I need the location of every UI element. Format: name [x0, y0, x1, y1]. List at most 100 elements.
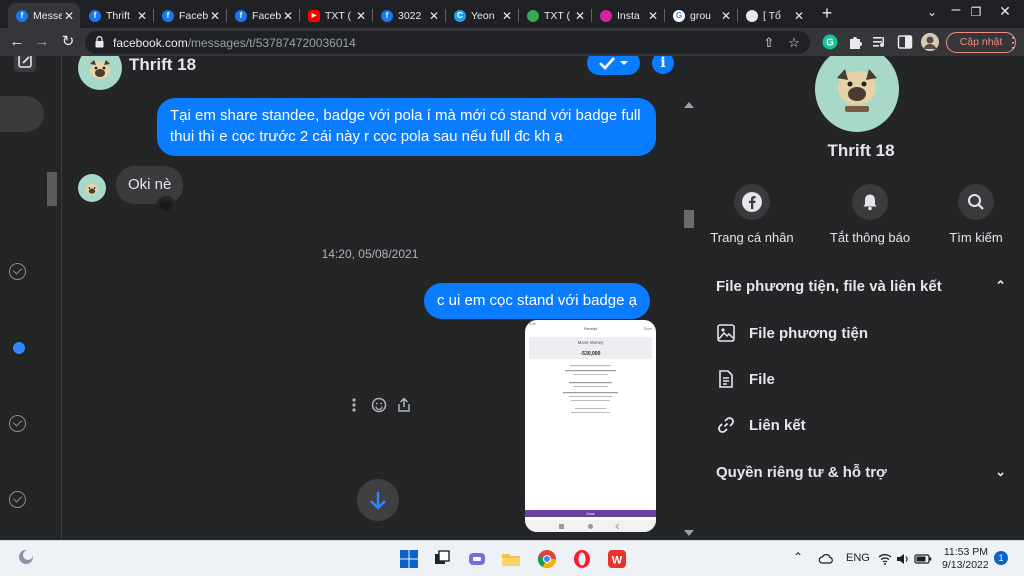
profile-action[interactable]: Trang cá nhân	[698, 184, 806, 245]
battery-icon[interactable]	[914, 552, 932, 566]
photo-icon	[717, 324, 735, 342]
back-icon[interactable]: ←	[8, 33, 26, 51]
avatar[interactable]	[815, 56, 899, 132]
scroll-to-bottom-button[interactable]	[357, 479, 399, 521]
grammarly-icon[interactable]: G	[822, 34, 838, 50]
window-minimize-button[interactable]: –	[946, 1, 966, 19]
tab-title: Thrift	[106, 9, 130, 22]
weather-widget-icon[interactable]	[16, 547, 36, 567]
url-text[interactable]: facebook.com/messages/t/537874720036014	[113, 36, 356, 50]
pug-avatar-icon	[85, 183, 99, 195]
check-dropdown-button[interactable]	[587, 56, 640, 75]
compose-icon[interactable]	[14, 56, 36, 72]
minimize-icon[interactable]: ⌄	[922, 5, 942, 19]
browser-tab[interactable]: Ggrou ✕	[665, 3, 737, 28]
mute-notifications-action[interactable]: Tắt thông báo	[816, 184, 924, 245]
close-icon[interactable]: ✕	[573, 9, 587, 23]
profile-avatar[interactable]	[921, 33, 939, 51]
onedrive-cloud-icon[interactable]	[818, 551, 834, 567]
conversation-scrollbar[interactable]	[44, 158, 60, 538]
info-icon[interactable]: i	[652, 56, 674, 74]
receipt-close: Done	[644, 327, 652, 331]
files-item[interactable]: File	[716, 370, 1006, 391]
close-icon[interactable]: ✕	[354, 9, 368, 23]
receipt-title: Move Money	[578, 340, 605, 345]
task-view-icon[interactable]	[432, 549, 452, 569]
more-options-icon[interactable]	[350, 397, 366, 413]
browser-tab[interactable]: [ Tổ ✕	[738, 3, 810, 28]
notification-badge[interactable]: 1	[994, 551, 1008, 565]
share-icon[interactable]: ⇧	[761, 35, 777, 51]
browser-tab[interactable]: ▶ TXT (✕	[300, 3, 372, 28]
close-icon[interactable]: ✕	[62, 9, 76, 23]
avatar[interactable]	[78, 56, 122, 90]
media-files-links-section[interactable]: File phương tiện, file và liên kết ⌃	[716, 278, 1006, 298]
window-restore-button[interactable]: ❐	[966, 5, 986, 19]
links-item[interactable]: Liên kết	[716, 417, 1006, 437]
receipt-header: Receipt	[584, 327, 598, 331]
forward-share-icon[interactable]	[396, 397, 412, 413]
react-emoji-icon[interactable]	[371, 397, 387, 413]
tab-title: Faceb	[252, 9, 281, 22]
volume-icon[interactable]	[896, 552, 910, 566]
search-chats-field[interactable]	[0, 96, 44, 132]
extensions-puzzle-icon[interactable]	[847, 34, 863, 50]
svg-text:9:41: 9:41	[529, 322, 536, 326]
media-files-item[interactable]: File phương tiện	[716, 324, 1006, 345]
forward-icon[interactable]: →	[33, 33, 51, 51]
address-bar[interactable]: facebook.com/messages/t/537874720036014 …	[85, 31, 810, 54]
search-in-conversation-action[interactable]: Tìm kiếm	[922, 184, 1024, 245]
wps-office-icon[interactable]: W	[607, 549, 627, 569]
facebook-icon: f	[235, 9, 247, 22]
receipt-image-attachment[interactable]: 9:41 Receipt Done Move Money -530,000 Do…	[525, 320, 656, 532]
heart-reaction-icon[interactable]	[156, 196, 176, 216]
media-playlist-icon[interactable]	[872, 34, 888, 50]
bookmark-star-icon[interactable]: ☆	[786, 35, 802, 51]
reload-icon[interactable]: ↻	[59, 33, 77, 51]
more-menu-icon[interactable]: ⋮	[1004, 33, 1022, 51]
google-drive-icon	[527, 9, 539, 22]
close-icon[interactable]: ✕	[719, 9, 733, 23]
chat-scrollbar[interactable]	[680, 96, 698, 540]
chrome-icon[interactable]	[537, 549, 557, 569]
browser-tab[interactable]: f Faceb ✕	[154, 3, 226, 28]
close-icon[interactable]: ✕	[135, 9, 149, 23]
browser-tab[interactable]: f Faceb ✕	[227, 3, 299, 28]
close-icon[interactable]: ✕	[500, 9, 514, 23]
teams-chat-icon[interactable]	[467, 549, 487, 569]
youtube-icon: ▶	[308, 9, 320, 22]
browser-tab[interactable]: f 3022 ✕	[373, 3, 445, 28]
close-icon[interactable]: ✕	[792, 9, 806, 23]
close-icon[interactable]: ✕	[208, 9, 222, 23]
outgoing-message[interactable]: c ui em cọc stand với badge ạ	[424, 283, 650, 319]
browser-tab[interactable]: C Yeon ✕	[446, 3, 518, 28]
sender-avatar[interactable]	[78, 174, 106, 202]
privacy-support-section[interactable]: Quyền riêng tư & hỗ trợ ⌄	[716, 464, 1006, 484]
clock[interactable]: 11:53 PM 9/13/2022	[942, 546, 989, 572]
browser-tab[interactable]: TXT (✕	[519, 3, 591, 28]
tray-overflow-icon[interactable]: ⌃	[793, 550, 803, 564]
close-icon[interactable]: ✕	[427, 9, 441, 23]
browser-tab[interactable]: f Thrift ✕	[81, 3, 153, 28]
browser-tab[interactable]: Insta ✕	[592, 3, 664, 28]
language-indicator[interactable]: ENG	[846, 552, 870, 564]
side-panel-icon[interactable]	[897, 34, 913, 50]
tab-separator	[445, 9, 446, 22]
chat-panel: Thrift 18 i Tại em share standee, badge …	[62, 56, 698, 540]
wifi-icon[interactable]	[878, 552, 892, 566]
close-icon[interactable]: ✕	[646, 9, 660, 23]
lock-icon[interactable]	[95, 36, 104, 48]
chat-title[interactable]: Thrift 18	[129, 56, 196, 75]
file-explorer-icon[interactable]	[501, 549, 521, 569]
close-icon[interactable]: ✕	[281, 9, 295, 23]
new-tab-button[interactable]: +	[818, 4, 836, 22]
window-close-button[interactable]: ✕	[995, 3, 1015, 20]
opera-icon[interactable]	[572, 549, 592, 569]
facebook-icon: f	[381, 9, 393, 22]
receipt-amount: -530,000	[581, 351, 601, 357]
windows-start-icon[interactable]	[399, 549, 419, 569]
arrow-down-icon	[370, 492, 386, 510]
seen-check-icon	[9, 491, 26, 508]
outgoing-message[interactable]: Tại em share standee, badge với pola í m…	[157, 98, 656, 156]
browser-tab[interactable]: f Messe ✕	[8, 3, 80, 28]
